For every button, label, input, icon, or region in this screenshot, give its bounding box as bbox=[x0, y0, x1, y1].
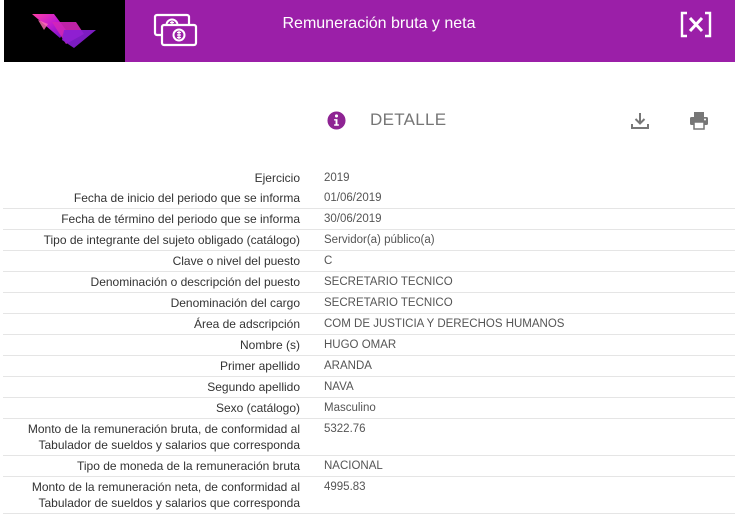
field-label: Clave o nivel del puesto bbox=[172, 254, 300, 268]
detail-title: DETALLE bbox=[370, 110, 447, 129]
field-label: Sexo (catálogo) bbox=[215, 401, 300, 415]
brand-logo-icon bbox=[32, 14, 96, 48]
table-row: Fecha de término del periodo que se info… bbox=[3, 209, 735, 230]
field-label: Monto de la remuneración neta, de confor… bbox=[31, 480, 300, 510]
detail-table: Ejercicio 2019 Fecha de inicio del periodo… bbox=[3, 168, 735, 514]
table-row: Fecha de inicio del periodo que se infor… bbox=[3, 188, 735, 209]
table-row: Área de adscripción COM DE JUSTICIA Y DER… bbox=[3, 314, 735, 335]
table-row: Primer apellido ARANDA bbox=[3, 356, 735, 377]
field-label: Segundo apellido bbox=[207, 380, 300, 394]
field-value: 01/06/2019 bbox=[324, 192, 382, 204]
table-row: Denominación del cargo SECRETARIO TECNICO bbox=[3, 293, 735, 314]
table-row: Ejercicio 2019 bbox=[3, 168, 735, 188]
field-value: Servidor(a) público(a) bbox=[324, 234, 435, 246]
table-row: Tipo de moneda de la remuneración bruta N… bbox=[3, 456, 735, 477]
field-label: Denominación o descripción del puesto bbox=[90, 275, 300, 289]
field-label: Primer apellido bbox=[219, 359, 300, 373]
field-value: 2019 bbox=[324, 172, 350, 184]
field-value: 5322.76 bbox=[324, 423, 366, 435]
print-icon[interactable] bbox=[689, 111, 709, 130]
field-label: Ejercicio bbox=[254, 171, 300, 185]
modal-title: Remuneración bruta y neta bbox=[282, 15, 476, 32]
field-label: Nombre (s) bbox=[239, 338, 300, 352]
table-row: Tipo de integrante del sujeto obligado (… bbox=[3, 230, 735, 251]
table-row: Segundo apellido NAVA bbox=[3, 377, 735, 398]
field-value: NACIONAL bbox=[324, 460, 383, 472]
table-row: Monto de la remuneración bruta, de confo… bbox=[3, 419, 735, 456]
field-value: 4995.83 bbox=[324, 481, 366, 493]
field-label: Fecha de inicio del periodo que se infor… bbox=[73, 191, 300, 205]
field-label: Tipo de moneda de la remuneración bruta bbox=[76, 459, 300, 473]
field-value: SECRETARIO TECNICO bbox=[324, 276, 453, 288]
field-label: Tipo de integrante del sujeto obligado (… bbox=[43, 233, 300, 247]
field-label: Denominación del cargo bbox=[170, 296, 300, 310]
modal-header: Remuneración bruta y neta bbox=[4, 0, 735, 62]
field-value: SECRETARIO TECNICO bbox=[324, 297, 453, 309]
field-value: Masculino bbox=[324, 402, 376, 414]
brand-logo bbox=[4, 0, 125, 62]
download-icon[interactable] bbox=[630, 111, 650, 131]
field-label: Área de adscripción bbox=[193, 317, 300, 331]
field-label: Fecha de término del periodo que se info… bbox=[61, 212, 300, 226]
field-label: Monto de la remuneración bruta, de confo… bbox=[27, 422, 300, 452]
table-row: Sexo (catálogo) Masculino bbox=[3, 398, 735, 419]
field-value: 30/06/2019 bbox=[324, 213, 382, 225]
field-value: HUGO OMAR bbox=[324, 339, 397, 351]
close-button[interactable] bbox=[680, 11, 712, 38]
table-row: Monto de la remuneración neta, de confor… bbox=[3, 477, 735, 514]
field-value: ARANDA bbox=[324, 360, 372, 372]
table-row: Nombre (s) HUGO OMAR bbox=[3, 335, 735, 356]
detail-toolbar: DETALLE bbox=[0, 108, 735, 134]
table-row: Denominación o descripción del puesto SEC… bbox=[3, 272, 735, 293]
field-value: COM DE JUSTICIA Y DERECHOS HUMANOS bbox=[324, 318, 565, 330]
field-value: NAVA bbox=[324, 381, 354, 393]
table-row: Clave o nivel del puesto C bbox=[3, 251, 735, 272]
info-icon bbox=[327, 111, 346, 130]
field-value: C bbox=[324, 255, 333, 267]
